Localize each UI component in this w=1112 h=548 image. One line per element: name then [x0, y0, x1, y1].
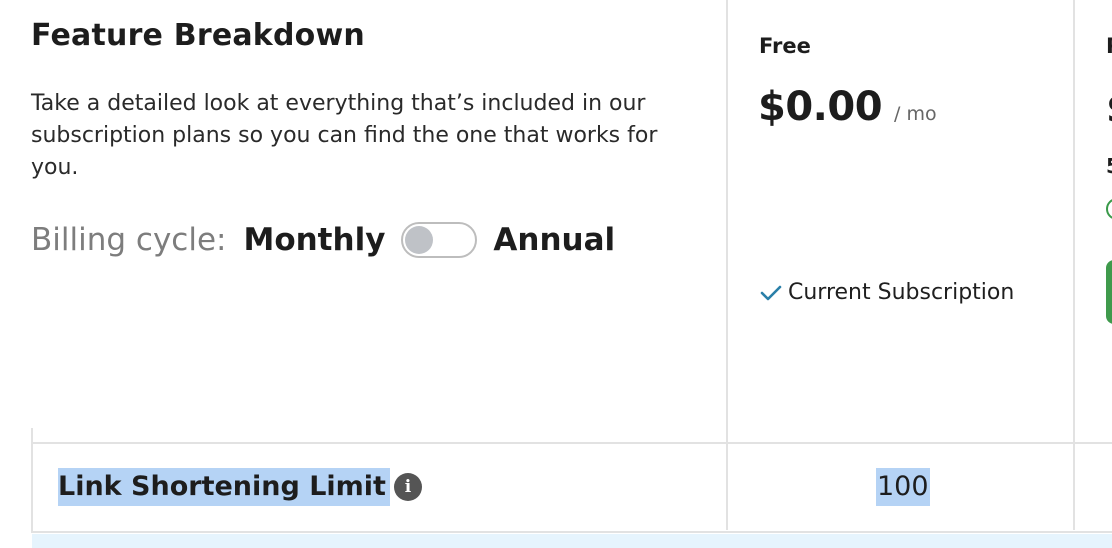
feature-row-label: Link Shortening Limit i [58, 468, 422, 506]
price-period: / mo [894, 103, 937, 125]
next-plan-name-clipped: P [1106, 34, 1112, 58]
toggle-knob [405, 226, 434, 254]
column-divider-free-right [1073, 0, 1075, 530]
column-divider-free-left [726, 0, 728, 530]
billing-cycle-label: Billing cycle: [31, 222, 227, 258]
next-plan-price-clipped: $ [1106, 86, 1112, 132]
feature-value-free: 100 [876, 468, 930, 506]
current-subscription-label: Current Subscription [788, 280, 1015, 305]
plan-name-free: Free [759, 34, 811, 58]
table-row-bottom-divider [31, 531, 1112, 533]
billing-option-annual[interactable]: Annual [493, 222, 615, 258]
info-icon[interactable]: i [393, 473, 422, 501]
plan-price-free: $0.00 / mo [758, 84, 937, 130]
section-description: Take a detailed look at everything that’… [31, 91, 658, 180]
next-plan-detail-clipped: 5 [1106, 154, 1112, 178]
next-plan-upgrade-button[interactable] [1106, 260, 1112, 324]
current-subscription-indicator: Current Subscription [760, 280, 1014, 305]
billing-option-monthly[interactable]: Monthly [243, 222, 385, 258]
page-title: Feature Breakdown [31, 18, 365, 53]
checkmark-icon [760, 285, 782, 300]
next-plan-radio-icon[interactable] [1106, 198, 1112, 220]
price-amount: $0.00 [758, 84, 883, 130]
table-row-divider [31, 442, 1112, 444]
next-table-row [32, 534, 1112, 548]
feature-label: Link Shortening Limit [58, 468, 390, 506]
billing-cycle-toggle[interactable] [401, 222, 478, 258]
billing-cycle-control: Billing cycle: Monthly Annual [31, 219, 615, 261]
